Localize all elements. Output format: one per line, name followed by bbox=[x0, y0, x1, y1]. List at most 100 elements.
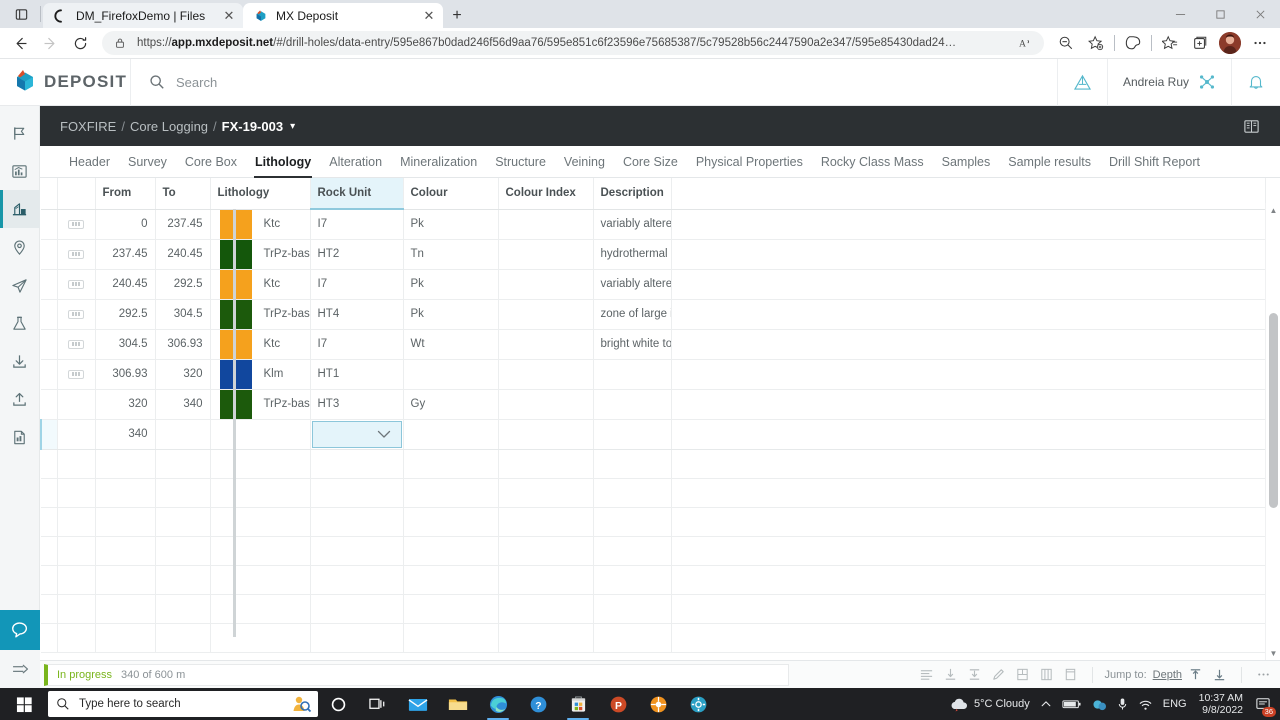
tab-core-box[interactable]: Core Box bbox=[176, 146, 246, 178]
align-icon[interactable] bbox=[916, 664, 937, 686]
drag-handle-icon[interactable] bbox=[68, 279, 84, 289]
table-icon[interactable] bbox=[1060, 664, 1081, 686]
drag-handle-icon[interactable] bbox=[68, 249, 84, 259]
merge-rows-icon[interactable] bbox=[1012, 664, 1033, 686]
new-entry-row[interactable]: 340 bbox=[40, 419, 1266, 450]
tab-lithology[interactable]: Lithology bbox=[246, 146, 320, 178]
file-explorer-icon[interactable] bbox=[438, 688, 478, 720]
cell-to[interactable] bbox=[155, 419, 211, 450]
tab-header[interactable]: Header bbox=[60, 146, 119, 178]
cell-to[interactable]: 292.5 bbox=[155, 269, 211, 300]
cell-rock-unit-dropdown[interactable] bbox=[310, 419, 404, 450]
maximize-icon[interactable] bbox=[1200, 0, 1240, 28]
table-row[interactable]: 237.45 240.45 TrPz-bas HT2 Tn hydrotherm… bbox=[41, 239, 1266, 270]
battery-icon[interactable] bbox=[1057, 688, 1087, 720]
cell-description[interactable] bbox=[593, 419, 672, 450]
cell-lithology[interactable]: TrPz-bas bbox=[210, 299, 311, 330]
jump-up-icon[interactable] bbox=[1185, 664, 1206, 686]
tab-alteration[interactable]: Alteration bbox=[320, 146, 391, 178]
drag-handle-icon[interactable] bbox=[68, 219, 84, 229]
tab-physical-properties[interactable]: Physical Properties bbox=[687, 146, 812, 178]
toggle-side-panel-button[interactable] bbox=[1243, 118, 1260, 135]
weather-widget[interactable]: 5°C Cloudy bbox=[944, 688, 1035, 720]
cell-colour-index[interactable] bbox=[498, 389, 594, 420]
row-selector[interactable] bbox=[41, 239, 58, 270]
cortana-avatar-icon[interactable] bbox=[290, 693, 312, 715]
settings-more-icon[interactable] bbox=[1246, 29, 1274, 57]
column-header-colour-index[interactable]: Colour Index bbox=[498, 178, 594, 210]
cell-rock-unit[interactable]: HT2 bbox=[310, 239, 404, 270]
cell-colour[interactable]: Pk bbox=[403, 269, 499, 300]
cell-rock-unit[interactable]: I7 bbox=[310, 329, 404, 360]
split-screen-icon[interactable] bbox=[1119, 29, 1147, 57]
table-row[interactable]: 320 340 TrPz-bas HT3 Gy bbox=[41, 389, 1266, 420]
table-row[interactable]: 292.5 304.5 TrPz-bas HT4 Pk zone of larg… bbox=[41, 299, 1266, 330]
cell-from[interactable]: 292.5 bbox=[95, 299, 156, 330]
browser-tab-1[interactable]: MX Deposit ✕ bbox=[243, 3, 443, 28]
cell-description[interactable]: variably altere... bbox=[593, 269, 672, 300]
cell-lithology[interactable]: Ktc bbox=[210, 269, 311, 300]
cell-from[interactable]: 320 bbox=[95, 389, 156, 420]
row-grip[interactable] bbox=[57, 329, 96, 360]
sidebar-item-send[interactable] bbox=[0, 266, 40, 304]
cell-lithology[interactable]: Klm bbox=[210, 359, 311, 390]
brand-logo[interactable]: DEPOSIT bbox=[0, 69, 130, 95]
cell-colour-index[interactable] bbox=[498, 299, 594, 330]
minimize-icon[interactable] bbox=[1160, 0, 1200, 28]
browser-tab-0[interactable]: DM_FirefoxDemo | Files ✕ bbox=[43, 3, 243, 28]
drag-handle-icon[interactable] bbox=[68, 309, 84, 319]
column-header-from[interactable]: From bbox=[95, 178, 156, 210]
cell-to[interactable]: 237.45 bbox=[155, 209, 211, 240]
row-selector[interactable] bbox=[41, 359, 58, 390]
columns-icon[interactable] bbox=[1036, 664, 1057, 686]
chevron-down-icon[interactable] bbox=[377, 430, 391, 439]
cell-from[interactable]: 237.45 bbox=[95, 239, 156, 270]
cell-description[interactable]: hydrothermal ... bbox=[593, 239, 672, 270]
more-icon[interactable] bbox=[1253, 664, 1274, 686]
tab-veining[interactable]: Veining bbox=[555, 146, 614, 178]
cell-colour[interactable]: Wt bbox=[403, 329, 499, 360]
cell-from[interactable]: 304.5 bbox=[95, 329, 156, 360]
cell-colour[interactable]: Pk bbox=[403, 299, 499, 330]
chevron-down-icon[interactable]: ▾ bbox=[290, 121, 295, 132]
cell-rock-unit[interactable]: HT4 bbox=[310, 299, 404, 330]
row-selector[interactable] bbox=[41, 299, 58, 330]
column-header-colour[interactable]: Colour bbox=[403, 178, 499, 210]
row-grip[interactable] bbox=[57, 419, 96, 450]
taskbar-clock[interactable]: 10:37 AM 9/8/2022 bbox=[1192, 688, 1250, 720]
sidebar-item-document[interactable] bbox=[0, 418, 40, 456]
table-row[interactable]: 306.93 320 Klm HT1 bbox=[41, 359, 1266, 390]
table-row[interactable]: 240.45 292.5 Ktc I7 Pk variably altere..… bbox=[41, 269, 1266, 300]
cell-from[interactable]: 0 bbox=[95, 209, 156, 240]
row-selector[interactable] bbox=[41, 389, 58, 420]
cell-colour[interactable]: Tn bbox=[403, 239, 499, 270]
sidebar-item-download[interactable] bbox=[0, 342, 40, 380]
add-favorite-icon[interactable] bbox=[1082, 29, 1110, 57]
insert-bottom-icon[interactable] bbox=[964, 664, 985, 686]
back-arrow-icon[interactable] bbox=[6, 29, 34, 57]
microphone-icon[interactable] bbox=[1112, 688, 1133, 720]
breadcrumb-project[interactable]: FOXFIRE bbox=[60, 119, 116, 134]
cell-from[interactable]: 340 bbox=[95, 419, 156, 450]
cell-rock-unit[interactable]: I7 bbox=[310, 209, 404, 240]
address-bar[interactable]: https://app.mxdeposit.net/#/drill-holes/… bbox=[102, 31, 1044, 55]
tab-mineralization[interactable]: Mineralization bbox=[391, 146, 486, 178]
row-selector[interactable] bbox=[41, 209, 58, 240]
tab-sample-results[interactable]: Sample results bbox=[999, 146, 1100, 178]
column-header-to[interactable]: To bbox=[155, 178, 211, 210]
tab-structure[interactable]: Structure bbox=[486, 146, 555, 178]
profile-avatar[interactable] bbox=[1219, 32, 1241, 54]
row-grip[interactable] bbox=[57, 389, 96, 420]
global-search[interactable]: Search bbox=[130, 58, 1057, 106]
favorites-icon[interactable] bbox=[1156, 29, 1184, 57]
vertical-scrollbar[interactable]: ▲ ▼ bbox=[1265, 203, 1280, 660]
scroll-up-arrow[interactable]: ▲ bbox=[1266, 203, 1280, 217]
sidebar-item-map-pin[interactable] bbox=[0, 228, 40, 266]
tab-preview-icon[interactable] bbox=[4, 0, 38, 28]
row-grip[interactable] bbox=[57, 209, 96, 240]
chat-support-button[interactable] bbox=[0, 610, 40, 650]
zoom-out-icon[interactable] bbox=[1052, 29, 1080, 57]
cell-to[interactable]: 304.5 bbox=[155, 299, 211, 330]
cell-colour-index[interactable] bbox=[498, 329, 594, 360]
sidebar-item-chart[interactable] bbox=[0, 152, 40, 190]
